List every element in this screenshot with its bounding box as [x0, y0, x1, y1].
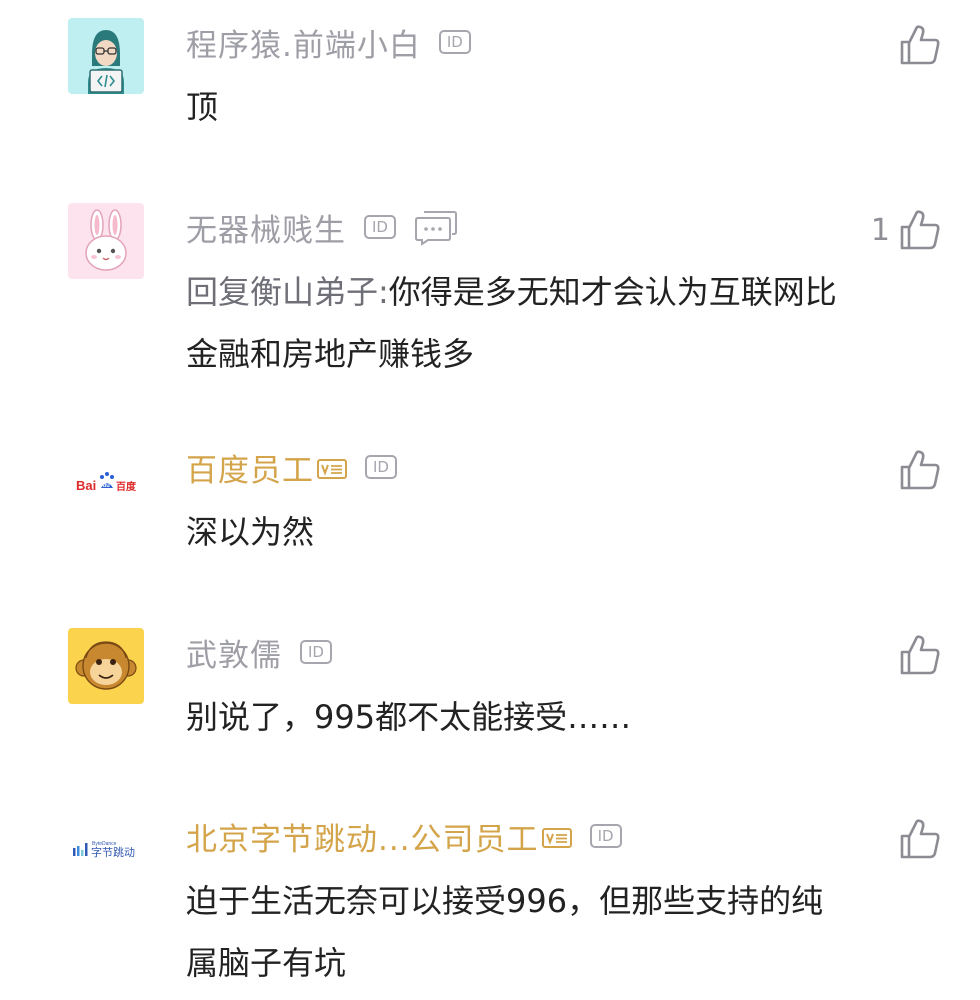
- rabbit-avatar-image: [68, 203, 144, 279]
- bytedance-logo: ByteDance 字节跳动: [68, 812, 144, 888]
- comment-item: 程序猿.前端小白 ID 顶: [0, 18, 980, 168]
- like-button[interactable]: [890, 22, 942, 68]
- username[interactable]: 北京字节跳动...公司员工: [186, 814, 539, 859]
- comment-content[interactable]: 迫于生活无奈可以接受996，但那些支持的纯属脑子有坑: [186, 870, 846, 994]
- comment-text: 别说了，995都不太能接受……: [186, 698, 632, 736]
- thumbs-up-icon: [900, 210, 940, 250]
- username[interactable]: 武敦儒: [186, 630, 282, 675]
- comment-content[interactable]: 深以为然: [186, 501, 846, 563]
- comment-content[interactable]: 顶: [186, 76, 846, 138]
- like-count: 1: [870, 212, 890, 248]
- comment-item: ByteDance 字节跳动 北京字节跳动...公司员工 ID 迫于生活无奈可以…: [0, 812, 980, 997]
- comment-content[interactable]: 别说了，995都不太能接受……: [186, 686, 846, 748]
- verified-badge-icon: [541, 828, 572, 848]
- user-avatar[interactable]: [68, 203, 144, 279]
- like-button[interactable]: [890, 632, 942, 678]
- comment-header: 无器械贱生 ID: [186, 205, 458, 249]
- bytedance-logo-cn-text: 字节跳动: [91, 845, 135, 859]
- username[interactable]: 程序猿.前端小白: [186, 20, 421, 65]
- comment-item: Bai du 百度 百度员工 ID 深以为然: [0, 443, 980, 563]
- user-avatar[interactable]: ByteDance 字节跳动: [68, 812, 144, 888]
- verified-badge-icon: [317, 459, 347, 479]
- comment-text: 深以为然: [186, 513, 315, 551]
- baidu-paw-text: du: [103, 483, 111, 489]
- comment-item: 武敦儒 ID 别说了，995都不太能接受……: [0, 628, 980, 748]
- baidu-logo-text: Bai: [76, 478, 96, 493]
- thumbs-up-icon: [900, 635, 940, 675]
- thumbs-up-icon: [900, 25, 940, 65]
- id-badge: ID: [438, 30, 471, 54]
- comment-item: 无器械贱生 ID 回复衡山弟子:你得是多无知才会认为互联网比金融和房地产赚钱多 …: [0, 203, 980, 373]
- like-button[interactable]: [890, 447, 942, 493]
- like-button[interactable]: 1: [871, 207, 942, 253]
- id-badge: ID: [589, 824, 622, 848]
- chat-bubble-icon[interactable]: [414, 208, 458, 246]
- thumbs-up-icon: [900, 450, 940, 490]
- coder-avatar-image: [68, 18, 144, 94]
- reply-prefix[interactable]: 回复衡山弟子:: [186, 273, 389, 311]
- username[interactable]: 百度员工: [186, 445, 314, 490]
- comment-header: 程序猿.前端小白 ID: [186, 20, 471, 64]
- monkey-avatar-image: [68, 628, 144, 704]
- like-button[interactable]: [890, 816, 942, 862]
- thumbs-up-icon: [900, 819, 940, 859]
- user-avatar[interactable]: [68, 18, 144, 94]
- comment-text: 迫于生活无奈可以接受996，但那些支持的纯属脑子有坑: [186, 882, 824, 982]
- id-badge: ID: [364, 215, 396, 239]
- baidu-logo: Bai du 百度: [68, 443, 144, 519]
- comment-header: 武敦儒 ID: [186, 630, 332, 674]
- id-badge: ID: [300, 640, 332, 664]
- comment-text: 顶: [186, 88, 219, 126]
- user-avatar[interactable]: [68, 628, 144, 704]
- comment-header: 北京字节跳动...公司员工 ID: [186, 814, 622, 858]
- user-avatar[interactable]: Bai du 百度: [68, 443, 144, 519]
- comment-header: 百度员工 ID: [186, 445, 397, 489]
- id-badge: ID: [365, 455, 397, 479]
- baidu-logo-cn-text: 百度: [116, 480, 137, 493]
- username[interactable]: 无器械贱生: [186, 205, 346, 250]
- comment-content[interactable]: 回复衡山弟子:你得是多无知才会认为互联网比金融和房地产赚钱多: [186, 261, 846, 385]
